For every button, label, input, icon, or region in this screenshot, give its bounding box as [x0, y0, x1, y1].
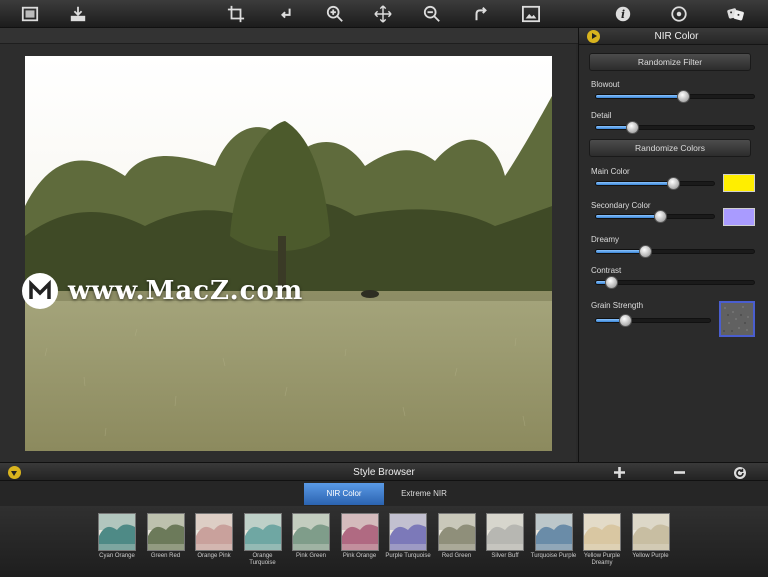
blowout-label: Blowout	[591, 80, 620, 89]
style-thumbnail[interactable]: Orange Pink	[190, 513, 238, 560]
image-canvas[interactable]	[0, 44, 576, 462]
style-thumbnail-image[interactable]	[195, 513, 233, 551]
style-browser-title: Style Browser	[353, 467, 415, 478]
slider-knob[interactable]	[653, 210, 667, 223]
secondary-color-slider[interactable]	[595, 210, 715, 223]
photo-preview[interactable]	[25, 56, 552, 451]
slider-knob[interactable]	[638, 245, 652, 258]
crop-icon[interactable]	[225, 3, 247, 25]
grain-texture-preview[interactable]	[719, 301, 755, 337]
style-thumbnail-image[interactable]	[631, 513, 670, 551]
info-icon[interactable]: i	[612, 3, 634, 25]
watermark-text: www.MacZ.com	[68, 276, 304, 306]
style-thumbnail-image[interactable]	[389, 513, 427, 551]
main-toolbar: i	[0, 0, 768, 28]
detail-label: Detail	[591, 111, 612, 120]
photo-icon[interactable]	[19, 3, 41, 25]
save-icon[interactable]	[67, 3, 89, 25]
main-color-slider[interactable]	[595, 177, 715, 190]
style-thumbnail[interactable]: Red Green	[433, 513, 481, 560]
zoom-out-icon[interactable]	[421, 3, 443, 25]
style-thumbnail-label: Turquoise Purple	[530, 553, 577, 559]
redo-icon[interactable]	[470, 3, 492, 25]
slider-knob[interactable]	[625, 121, 639, 134]
watermark-logo	[22, 273, 58, 309]
contrast-slider[interactable]	[595, 276, 755, 289]
add-style-icon[interactable]	[612, 465, 627, 480]
remove-style-icon[interactable]	[672, 465, 687, 480]
style-thumbnail-image[interactable]	[98, 513, 136, 551]
slider-knob[interactable]	[677, 90, 690, 103]
detail-slider[interactable]	[595, 121, 755, 134]
style-tabs: NIR Color Extreme NIR	[0, 481, 768, 506]
main-color-swatch[interactable]	[723, 174, 755, 192]
panel-header: NIR Color	[579, 28, 768, 45]
style-thumbnail-image[interactable]	[146, 513, 185, 551]
move-icon[interactable]	[372, 3, 394, 25]
randomize-filter-button[interactable]: Randomize Filter	[589, 53, 751, 71]
grain-strength-slider[interactable]	[595, 314, 711, 327]
slider-knob[interactable]	[619, 314, 633, 327]
style-thumbnail-image[interactable]	[486, 513, 524, 551]
style-thumbnail-label: Green Red	[150, 553, 181, 559]
randomize-colors-button[interactable]: Randomize Colors	[589, 139, 751, 157]
filter-panel: NIR Color Randomize Filter Blowout Detai…	[578, 28, 768, 462]
style-thumbnail[interactable]: Silver Buff	[481, 513, 529, 560]
main-color-label: Main Color	[591, 167, 630, 176]
fit-image-icon[interactable]	[520, 3, 542, 25]
style-thumbnail-label: Pink Green	[295, 553, 326, 559]
landscape-photo	[25, 56, 552, 451]
slider-knob[interactable]	[667, 177, 680, 190]
collapse-panel-icon[interactable]	[587, 30, 600, 43]
blowout-slider[interactable]	[595, 90, 755, 103]
dice-icon[interactable]	[725, 3, 747, 25]
style-thumbnail-label: Silver Buff	[491, 553, 519, 559]
style-thumbnail-image[interactable]	[292, 513, 330, 551]
style-thumbnail-image[interactable]	[583, 513, 621, 551]
style-thumbnail[interactable]: Yellow Purple Dreamy	[578, 513, 626, 567]
grain-strength-label: Grain Strength	[591, 301, 644, 310]
svg-text:i: i	[621, 8, 625, 21]
style-thumbnail-strip: Cyan Orange Green Red Orange Pink Orange Tu…	[0, 506, 768, 577]
style-thumbnail[interactable]: Yellow Purple	[627, 513, 675, 560]
dreamy-label: Dreamy	[591, 235, 620, 244]
style-thumbnail[interactable]: Turquoise Purple	[530, 513, 578, 560]
rotate-left-icon[interactable]	[275, 3, 297, 25]
reset-style-icon[interactable]	[732, 465, 747, 480]
style-thumbnail-label: Yellow Purple Dreamy	[583, 553, 621, 566]
style-thumbnail-image[interactable]	[340, 513, 379, 551]
dreamy-slider[interactable]	[595, 245, 755, 258]
style-thumbnail[interactable]: Cyan Orange	[93, 513, 141, 560]
style-thumbnail-label: Pink Orange	[342, 553, 377, 559]
secondary-color-swatch[interactable]	[723, 208, 755, 226]
style-thumbnail[interactable]: Purple Turquoise	[384, 513, 432, 560]
style-thumbnail-label: Orange Turquoise	[249, 553, 276, 566]
style-thumbnail-image[interactable]	[534, 513, 573, 551]
contrast-label: Contrast	[591, 266, 622, 275]
style-thumbnail-label: Yellow Purple	[632, 553, 669, 559]
style-thumbnail[interactable]: Pink Green	[287, 513, 335, 560]
settings-icon[interactable]	[668, 3, 690, 25]
secondary-color-label: Secondary Color	[591, 201, 651, 210]
tab-nir-color[interactable]: NIR Color	[304, 483, 384, 505]
watermark: www.MacZ.com	[22, 273, 362, 309]
style-thumbnail-label: Orange Pink	[197, 553, 231, 559]
panel-title: NIR Color	[654, 31, 699, 42]
style-thumbnail-label: Purple Turquoise	[385, 553, 431, 559]
style-thumbnail[interactable]: Green Red	[142, 513, 190, 560]
style-thumbnail-label: Red Green	[441, 553, 472, 559]
tab-extreme-nir[interactable]: Extreme NIR	[384, 483, 464, 505]
zoom-in-icon[interactable]	[324, 3, 346, 25]
style-thumbnail[interactable]: Pink Orange	[336, 513, 384, 560]
slider-knob[interactable]	[605, 276, 618, 289]
style-browser-header: Style Browser	[0, 462, 768, 481]
style-thumbnail[interactable]: Orange Turquoise	[239, 513, 287, 567]
style-thumbnail-image[interactable]	[243, 513, 282, 551]
style-thumbnail-label: Cyan Orange	[99, 553, 135, 559]
collapse-style-browser-icon[interactable]	[8, 466, 21, 479]
style-thumbnail-image[interactable]	[437, 513, 476, 551]
